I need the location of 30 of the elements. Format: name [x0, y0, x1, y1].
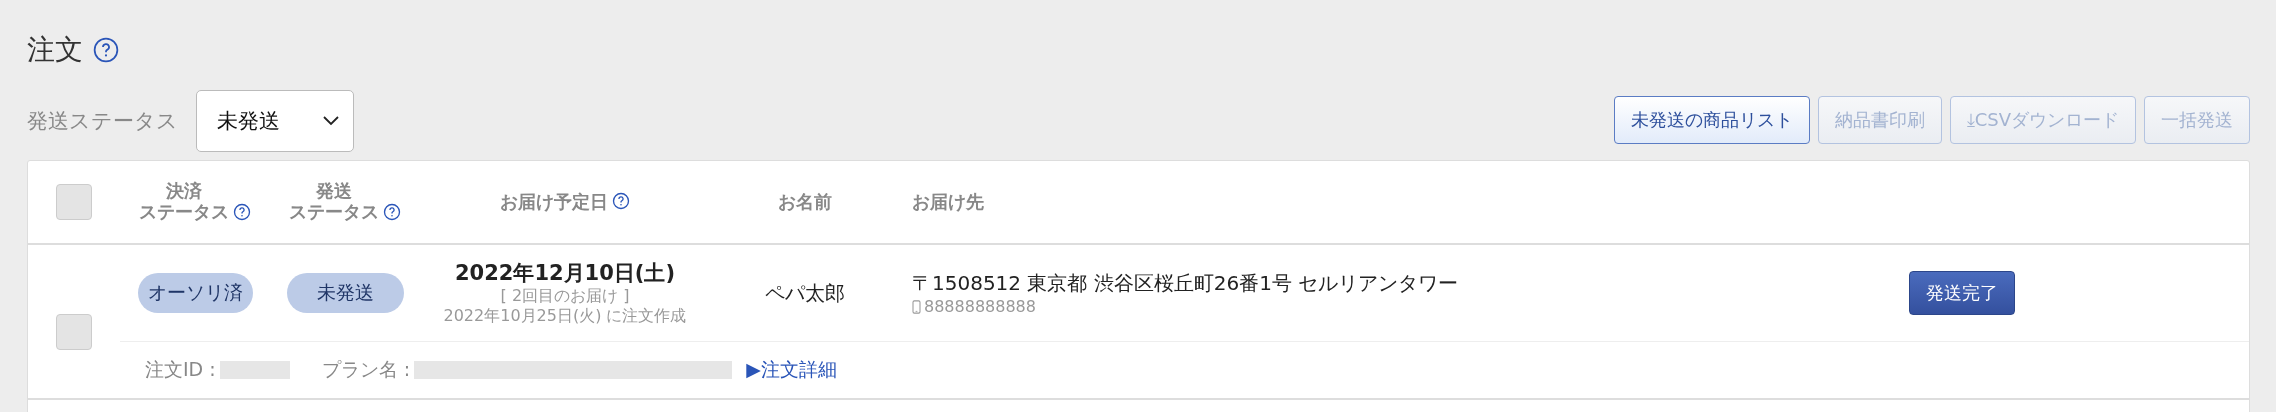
help-icon[interactable] [383, 202, 401, 221]
toolbar-button[interactable]: 未発送の商品リスト [1613, 96, 1810, 144]
order-created-date: 2022年10月25日(火) に注文作成 [443, 305, 687, 325]
column-header: 発送 ステータス [289, 181, 379, 223]
delivery-address: 〒1508512 東京都 渋谷区桜丘町26番1号 セルリアンタワー [912, 270, 1459, 297]
select-all-checkbox[interactable] [56, 184, 92, 220]
plan-name-label: プラン名 : [321, 357, 411, 382]
delivery-date: 2022年12月10日(土) [454, 261, 676, 287]
column-header: お名前 [778, 191, 832, 213]
customer-name: ペパ太郎 [765, 279, 845, 307]
ship-complete-button[interactable]: 発送完了 [1909, 271, 2015, 315]
redacted-block [219, 361, 290, 379]
help-icon[interactable] [233, 202, 251, 221]
page-title: 注文 [27, 32, 83, 68]
column-header: 決済 ステータス [139, 181, 229, 223]
help-icon[interactable] [612, 192, 630, 211]
shipping-status-badge: 未発送 [286, 273, 404, 313]
column-header: お届け予定日 [500, 191, 608, 213]
phone-number: 88888888888 [924, 297, 1036, 316]
payment-status-badge: オーソリ済 [137, 273, 253, 313]
help-icon[interactable] [93, 37, 119, 63]
row-checkbox[interactable] [56, 313, 92, 350]
order-detail-link[interactable]: ▶注文詳細 [746, 357, 837, 383]
filter-label: 発送ステータス [27, 108, 178, 135]
status-select[interactable]: 未発送 [196, 90, 354, 152]
phone-icon [912, 299, 921, 314]
delivery-note: [ 2回目のお届け ] [500, 286, 630, 306]
chevron-down-icon [323, 116, 339, 126]
column-header: お届け先 [912, 191, 984, 213]
order-id-label: 注文ID : [145, 357, 216, 382]
